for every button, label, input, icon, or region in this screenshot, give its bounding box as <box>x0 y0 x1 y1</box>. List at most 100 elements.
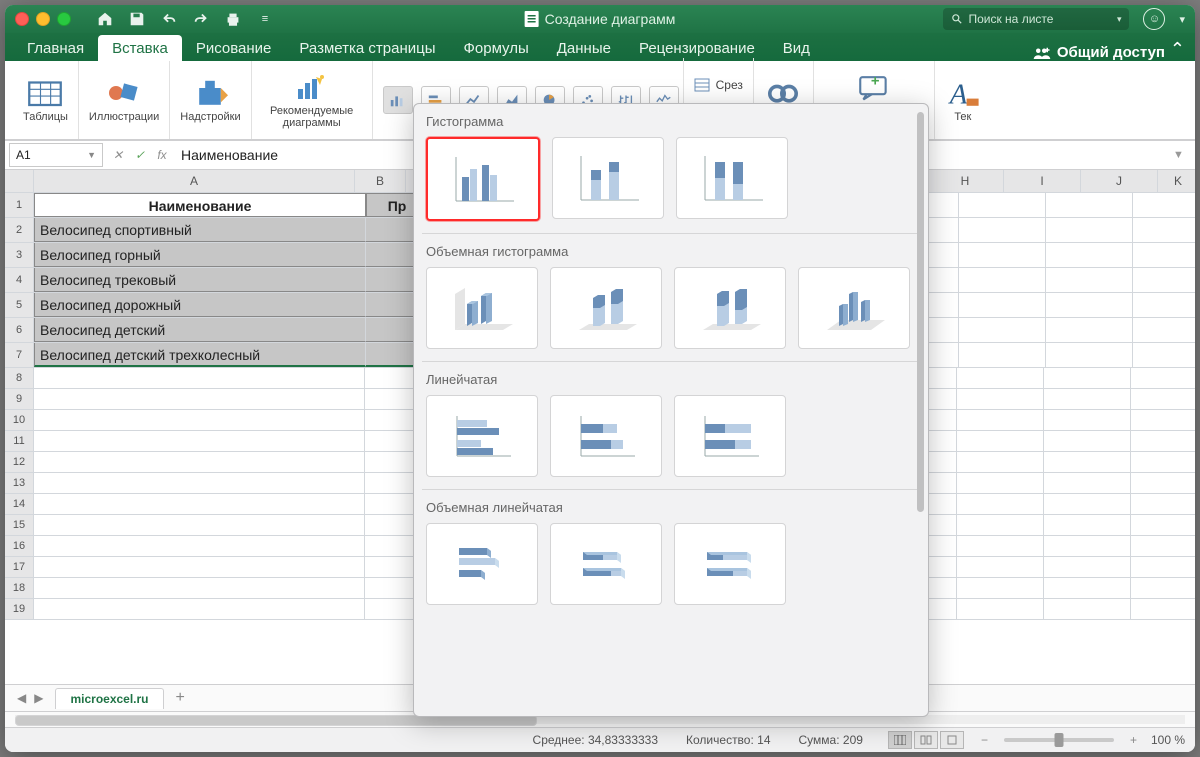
row-header[interactable]: 14 <box>5 494 34 514</box>
row-header[interactable]: 5 <box>5 293 34 317</box>
row-header[interactable]: 12 <box>5 452 34 472</box>
title-text: Создание диаграмм <box>545 11 676 27</box>
row-header[interactable]: 8 <box>5 368 34 388</box>
cell[interactable]: Велосипед детский <box>34 318 366 342</box>
tab-view[interactable]: Вид <box>769 35 824 61</box>
col-header-k[interactable]: K <box>1158 170 1195 192</box>
tab-insert[interactable]: Вставка <box>98 35 182 61</box>
tab-data[interactable]: Данные <box>543 35 625 61</box>
feedback-icon[interactable]: ☺ <box>1143 8 1165 30</box>
col-header-b[interactable]: B <box>355 170 406 192</box>
text-label: Тек <box>954 111 971 123</box>
col-header-i[interactable]: I <box>1004 170 1081 192</box>
accept-formula-icon[interactable]: ✓ <box>129 148 151 162</box>
next-sheet-icon[interactable]: ▶ <box>30 691 47 705</box>
cell[interactable]: Велосипед трековый <box>34 268 366 292</box>
row-header[interactable]: 13 <box>5 473 34 493</box>
cell[interactable]: Велосипед спортивный <box>34 218 366 242</box>
section-title-3d-bar: Объемная линейчатая <box>426 500 916 515</box>
collapse-ribbon-icon[interactable]: ⌃ <box>1170 39 1185 60</box>
clustered-column-thumb[interactable] <box>426 137 540 221</box>
cell-a1[interactable]: Наименование <box>34 193 366 217</box>
3d-stacked-column-thumb[interactable] <box>550 267 662 349</box>
status-average: Среднее: 34,83333333 <box>533 733 658 747</box>
zoom-level[interactable]: 100 % <box>1151 733 1185 747</box>
qat-more-icon[interactable]: ≡ <box>256 10 274 28</box>
stacked-column-thumb[interactable] <box>552 137 664 219</box>
illustrations-group[interactable]: Иллюстрации <box>79 61 170 139</box>
row-header[interactable]: 9 <box>5 389 34 409</box>
3d-column-thumb[interactable] <box>798 267 910 349</box>
sheet-tab[interactable]: microexcel.ru <box>55 688 163 709</box>
3d-100-stacked-bar-thumb[interactable] <box>674 523 786 605</box>
recommended-charts-group[interactable]: Рекомендуемые диаграммы <box>252 61 373 139</box>
row-header[interactable]: 2 <box>5 218 34 242</box>
column-chart-button[interactable] <box>383 86 413 114</box>
stacked-bar-thumb[interactable] <box>550 395 662 477</box>
cell[interactable]: Велосипед горный <box>34 243 366 267</box>
3d-stacked-bar-thumb[interactable] <box>550 523 662 605</box>
panel-scrollbar[interactable] <box>916 112 924 708</box>
expand-formula-icon[interactable]: ▼ <box>1173 149 1195 161</box>
row-header[interactable]: 4 <box>5 268 34 292</box>
share-button[interactable]: Общий доступ <box>1033 44 1165 61</box>
zoom-out-button[interactable]: − <box>975 733 994 747</box>
row-header[interactable]: 7 <box>5 343 34 367</box>
3d-clustered-bar-thumb[interactable] <box>426 523 538 605</box>
redo-icon[interactable] <box>192 10 210 28</box>
row-header[interactable]: 3 <box>5 243 34 267</box>
row-header[interactable]: 1 <box>5 193 34 217</box>
zoom-slider[interactable] <box>1004 738 1114 742</box>
3d-100-stacked-column-thumb[interactable] <box>674 267 786 349</box>
cell[interactable]: Велосипед дорожный <box>34 293 366 317</box>
col-header-a[interactable]: A <box>34 170 355 192</box>
home-icon[interactable] <box>96 10 114 28</box>
section-title-column: Гистограмма <box>426 114 916 129</box>
tab-formulas[interactable]: Формулы <box>449 35 542 61</box>
row-header[interactable]: 17 <box>5 557 34 577</box>
view-page-layout-button[interactable] <box>914 731 938 749</box>
view-page-break-button[interactable] <box>940 731 964 749</box>
row-header[interactable]: 10 <box>5 410 34 430</box>
maximize-window[interactable] <box>57 12 71 26</box>
ribbon-tabs: Главная Вставка Рисование Разметка стран… <box>5 33 1195 61</box>
undo-icon[interactable] <box>160 10 178 28</box>
tab-layout[interactable]: Разметка страницы <box>285 35 449 61</box>
view-normal-button[interactable] <box>888 731 912 749</box>
cell[interactable]: Велосипед детский трехколесный <box>34 343 366 367</box>
addins-group[interactable]: Надстройки <box>170 61 251 139</box>
3d-clustered-column-thumb[interactable] <box>426 267 538 349</box>
zoom-in-button[interactable]: + <box>1124 733 1143 747</box>
search-box[interactable]: Поиск на листе ▾ <box>943 8 1129 30</box>
100-stacked-column-thumb[interactable] <box>676 137 788 219</box>
100-stacked-bar-thumb[interactable] <box>674 395 786 477</box>
tab-draw[interactable]: Рисование <box>182 35 286 61</box>
row-header[interactable]: 16 <box>5 536 34 556</box>
select-all-corner[interactable] <box>5 170 34 192</box>
prev-sheet-icon[interactable]: ◀ <box>13 691 30 705</box>
tab-home[interactable]: Главная <box>13 35 98 61</box>
add-sheet-button[interactable]: + <box>170 689 191 707</box>
close-window[interactable] <box>15 12 29 26</box>
cancel-formula-icon[interactable]: ✕ <box>107 148 129 162</box>
title-chevron-icon[interactable]: ▾ <box>1179 13 1185 26</box>
row-header[interactable]: 19 <box>5 599 34 619</box>
text-group[interactable]: A Тек <box>935 61 991 139</box>
save-icon[interactable] <box>128 10 146 28</box>
col-header-j[interactable]: J <box>1081 170 1158 192</box>
excel-window: ≡ Создание диаграмм Поиск на листе ▾ ☺ ▾… <box>5 5 1195 752</box>
row-header[interactable]: 6 <box>5 318 34 342</box>
section-title-bar: Линейчатая <box>426 372 916 387</box>
name-box[interactable]: A1 ▼ <box>9 143 103 167</box>
fx-icon[interactable]: fx <box>151 148 173 162</box>
clustered-bar-thumb[interactable] <box>426 395 538 477</box>
minimize-window[interactable] <box>36 12 50 26</box>
print-icon[interactable] <box>224 10 242 28</box>
row-header[interactable]: 11 <box>5 431 34 451</box>
row-header[interactable]: 18 <box>5 578 34 598</box>
slicer-button[interactable]: Срез <box>694 78 743 92</box>
col-header-h[interactable]: H <box>927 170 1004 192</box>
row-header[interactable]: 15 <box>5 515 34 535</box>
status-bar: Среднее: 34,83333333 Количество: 14 Сумм… <box>5 727 1195 752</box>
tables-group[interactable]: Таблицы <box>13 61 79 139</box>
